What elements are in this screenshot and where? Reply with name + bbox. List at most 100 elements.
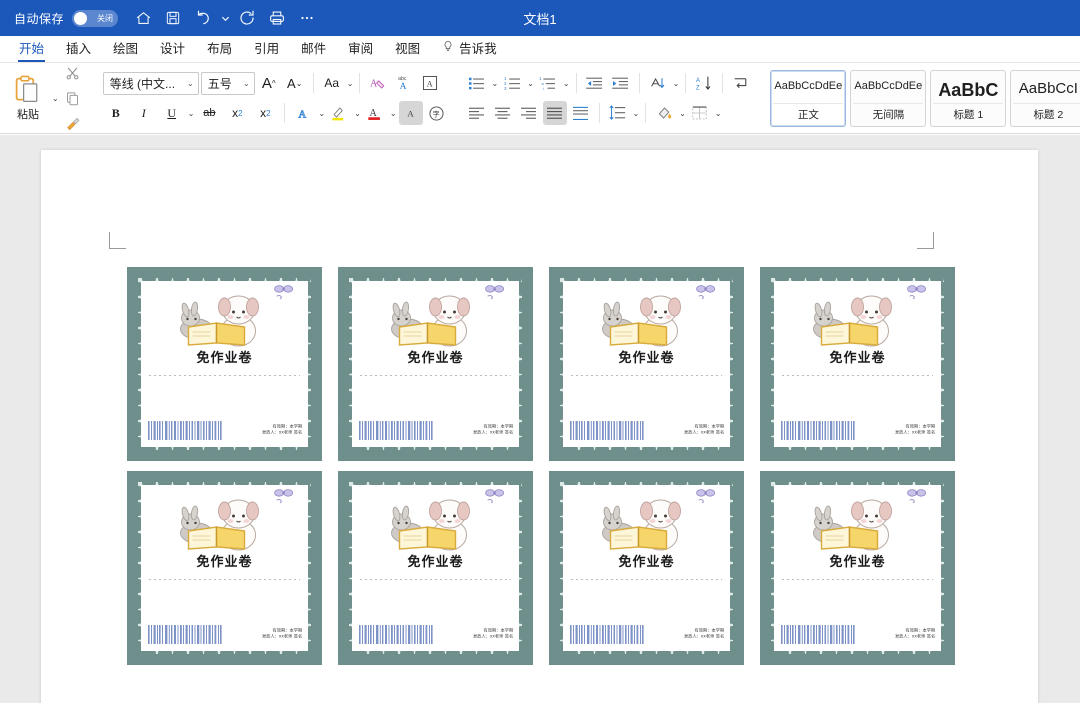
font-color-button[interactable]: A bbox=[363, 101, 387, 125]
homework-free-coupon[interactable]: 免作业卷 有效期：本学期 发放人：xx老师 签名 bbox=[127, 471, 322, 665]
line-spacing-dropdown-icon[interactable]: ⌄ bbox=[633, 109, 640, 118]
sort-az-button[interactable]: AZ bbox=[692, 71, 716, 95]
font-size-combo[interactable]: 五号 ⌄ bbox=[200, 71, 255, 95]
coupon-cell[interactable]: 免作业卷 有效期：本学期 发放人：xx老师 签名 bbox=[338, 262, 549, 466]
undo-dropdown-icon[interactable] bbox=[218, 3, 232, 33]
sort-button[interactable] bbox=[646, 71, 670, 95]
tab-buju[interactable]: 布局 bbox=[196, 35, 243, 62]
grow-font-button[interactable]: A ^ bbox=[257, 71, 281, 95]
tab-sheji[interactable]: 设计 bbox=[149, 35, 196, 62]
coupon-cell[interactable]: 免作业卷 有效期：本学期 发放人：xx老师 签名 bbox=[549, 262, 760, 466]
borders-dropdown-icon[interactable]: ⌄ bbox=[715, 109, 722, 118]
coupon-cell[interactable]: 免作业卷 有效期：本学期 发放人：xx老师 签名 bbox=[127, 262, 338, 466]
subscript-button[interactable]: x2 bbox=[224, 101, 250, 125]
borders-button[interactable] bbox=[688, 101, 712, 125]
phonetic-guide-button[interactable]: abc A bbox=[392, 71, 416, 95]
font-color-dropdown-icon[interactable]: ⌄ bbox=[390, 109, 397, 118]
character-shading-button[interactable]: A bbox=[398, 101, 423, 125]
tab-youjian[interactable]: 邮件 bbox=[290, 35, 337, 62]
undo-icon[interactable] bbox=[188, 3, 218, 33]
shading-dropdown-icon[interactable]: ⌄ bbox=[679, 109, 686, 118]
save-icon[interactable] bbox=[158, 3, 188, 33]
coupon-card: 免作业卷 有效期：本学期 发放人：xx老师 签名 bbox=[141, 281, 308, 447]
align-right-button[interactable] bbox=[517, 101, 541, 125]
homework-free-coupon[interactable]: 免作业卷 有效期：本学期 发放人：xx老师 签名 bbox=[549, 471, 744, 665]
superscript-button[interactable]: x2 bbox=[252, 101, 278, 125]
bullets-button[interactable] bbox=[465, 71, 489, 95]
bullets-dropdown-icon[interactable]: ⌄ bbox=[492, 79, 499, 88]
show-marks-button[interactable] bbox=[729, 71, 753, 95]
shading-button[interactable] bbox=[652, 101, 676, 125]
font-name-combo[interactable]: 等线 (中文... ⌄ bbox=[102, 71, 199, 95]
italic-button[interactable]: I bbox=[131, 101, 157, 125]
align-center-button[interactable] bbox=[491, 101, 515, 125]
format-painter-button[interactable] bbox=[61, 111, 85, 135]
style-biaoti-1[interactable]: AaBbC 标题 1 bbox=[930, 69, 1007, 127]
homework-free-coupon[interactable]: 免作业卷 有效期：本学期 发放人：xx老师 签名 bbox=[549, 267, 744, 461]
justify-button[interactable] bbox=[542, 101, 567, 125]
multilevel-list-button[interactable]: 1ai bbox=[536, 71, 560, 95]
tab-shenyue[interactable]: 审阅 bbox=[337, 35, 384, 62]
coupon-cell[interactable]: 免作业卷 有效期：本学期 发放人：xx老师 签名 bbox=[549, 466, 760, 670]
tab-shitu[interactable]: 视图 bbox=[384, 35, 431, 62]
coupon-cell[interactable]: 免作业卷 有效期：本学期 发放人：xx老师 签名 bbox=[127, 466, 338, 670]
highlight-dropdown-icon[interactable]: ⌄ bbox=[354, 109, 361, 118]
coupon-cell[interactable]: 免作业卷 有效期：本学期 发放人：xx老师 签名 bbox=[338, 466, 549, 670]
style-zhengwen[interactable]: AaBbCcDdEe 正文 bbox=[770, 69, 847, 127]
underline-button[interactable]: U bbox=[159, 101, 185, 125]
copy-button[interactable] bbox=[61, 86, 85, 110]
distribute-button[interactable] bbox=[569, 101, 593, 125]
paste-button[interactable]: 粘贴 bbox=[5, 75, 51, 122]
homework-free-coupon[interactable]: 免作业卷 有效期：本学期 发放人：xx老师 签名 bbox=[760, 267, 955, 461]
strikethrough-button[interactable]: ab bbox=[196, 101, 222, 125]
style-wujiange[interactable]: AaBbCcDdEe 无间隔 bbox=[850, 69, 927, 127]
cut-button[interactable] bbox=[61, 61, 85, 85]
change-case-dropdown-icon[interactable]: ⌄ bbox=[347, 79, 354, 88]
more-commands-icon[interactable] bbox=[292, 3, 322, 33]
bold-button[interactable]: B bbox=[103, 101, 129, 125]
highlight-button[interactable] bbox=[327, 101, 351, 125]
homework-free-coupon[interactable]: 免作业卷 有效期：本学期 发放人：xx老师 签名 bbox=[127, 267, 322, 461]
increase-indent-button[interactable] bbox=[609, 71, 633, 95]
tab-yinyong[interactable]: 引用 bbox=[243, 35, 290, 62]
tab-charu[interactable]: 插入 bbox=[55, 35, 102, 62]
paste-dropdown-icon[interactable]: ⌄ bbox=[52, 94, 59, 103]
home-icon[interactable] bbox=[128, 3, 158, 33]
autosave-toggle[interactable]: 关闭 bbox=[72, 9, 119, 27]
numbering-button[interactable]: 123 bbox=[500, 71, 524, 95]
document-canvas[interactable]: 免作业卷 有效期：本学期 发放人：xx老师 签名 免作业卷 有效期：本学期 发放… bbox=[0, 135, 1080, 703]
align-left-icon bbox=[469, 107, 485, 119]
text-effects-dropdown-icon[interactable]: ⌄ bbox=[318, 109, 325, 118]
print-icon[interactable] bbox=[262, 3, 292, 33]
coupon-cell[interactable]: 免作业卷 有效期：本学期 发放人：xx老师 签名 bbox=[760, 262, 971, 466]
style-biaoti-2[interactable]: AaBbCcI 标题 2 bbox=[1010, 69, 1080, 127]
line-spacing-button[interactable] bbox=[606, 101, 630, 125]
barcode-icon bbox=[359, 421, 433, 440]
coupon-cell[interactable]: 免作业卷 有效期：本学期 发放人：xx老师 签名 bbox=[760, 466, 971, 670]
title-bar: 自动保存 关闭 文档1 bbox=[0, 0, 1080, 36]
redo-icon[interactable] bbox=[232, 3, 262, 33]
coupon-card: 免作业卷 有效期：本学期 发放人：xx老师 签名 bbox=[774, 281, 941, 447]
homework-free-coupon[interactable]: 免作业卷 有效期：本学期 发放人：xx老师 签名 bbox=[338, 471, 533, 665]
numbering-dropdown-icon[interactable]: ⌄ bbox=[527, 79, 534, 88]
tell-me-box[interactable]: 告诉我 bbox=[431, 35, 508, 62]
multilevel-dropdown-icon[interactable]: ⌄ bbox=[563, 79, 570, 88]
autosave-toggle-knob bbox=[74, 11, 88, 25]
tab-kaishi[interactable]: 开始 bbox=[8, 35, 55, 62]
text-effects-button[interactable]: A bbox=[291, 101, 315, 125]
clear-formatting-button[interactable]: A bbox=[366, 71, 390, 95]
character-border-button[interactable]: A bbox=[418, 71, 442, 95]
svg-text:Z: Z bbox=[696, 85, 700, 91]
align-left-button[interactable] bbox=[465, 101, 489, 125]
shrink-font-button[interactable]: A ⌄ bbox=[283, 71, 307, 95]
homework-free-coupon[interactable]: 免作业卷 有效期：本学期 发放人：xx老师 签名 bbox=[338, 267, 533, 461]
tab-huitu[interactable]: 绘图 bbox=[102, 35, 149, 62]
sort-dropdown-icon[interactable]: ⌄ bbox=[673, 79, 680, 88]
change-case-button[interactable]: Aa bbox=[320, 71, 344, 95]
underline-dropdown-icon[interactable]: ⌄ bbox=[188, 109, 195, 118]
enclose-character-button[interactable]: 字 bbox=[425, 101, 449, 125]
decrease-indent-button[interactable] bbox=[583, 71, 607, 95]
homework-free-coupon[interactable]: 免作业卷 有效期：本学期 发放人：xx老师 签名 bbox=[760, 471, 955, 665]
document-page[interactable]: 免作业卷 有效期：本学期 发放人：xx老师 签名 免作业卷 有效期：本学期 发放… bbox=[41, 150, 1038, 703]
multilevel-list-icon: 1ai bbox=[540, 76, 556, 91]
